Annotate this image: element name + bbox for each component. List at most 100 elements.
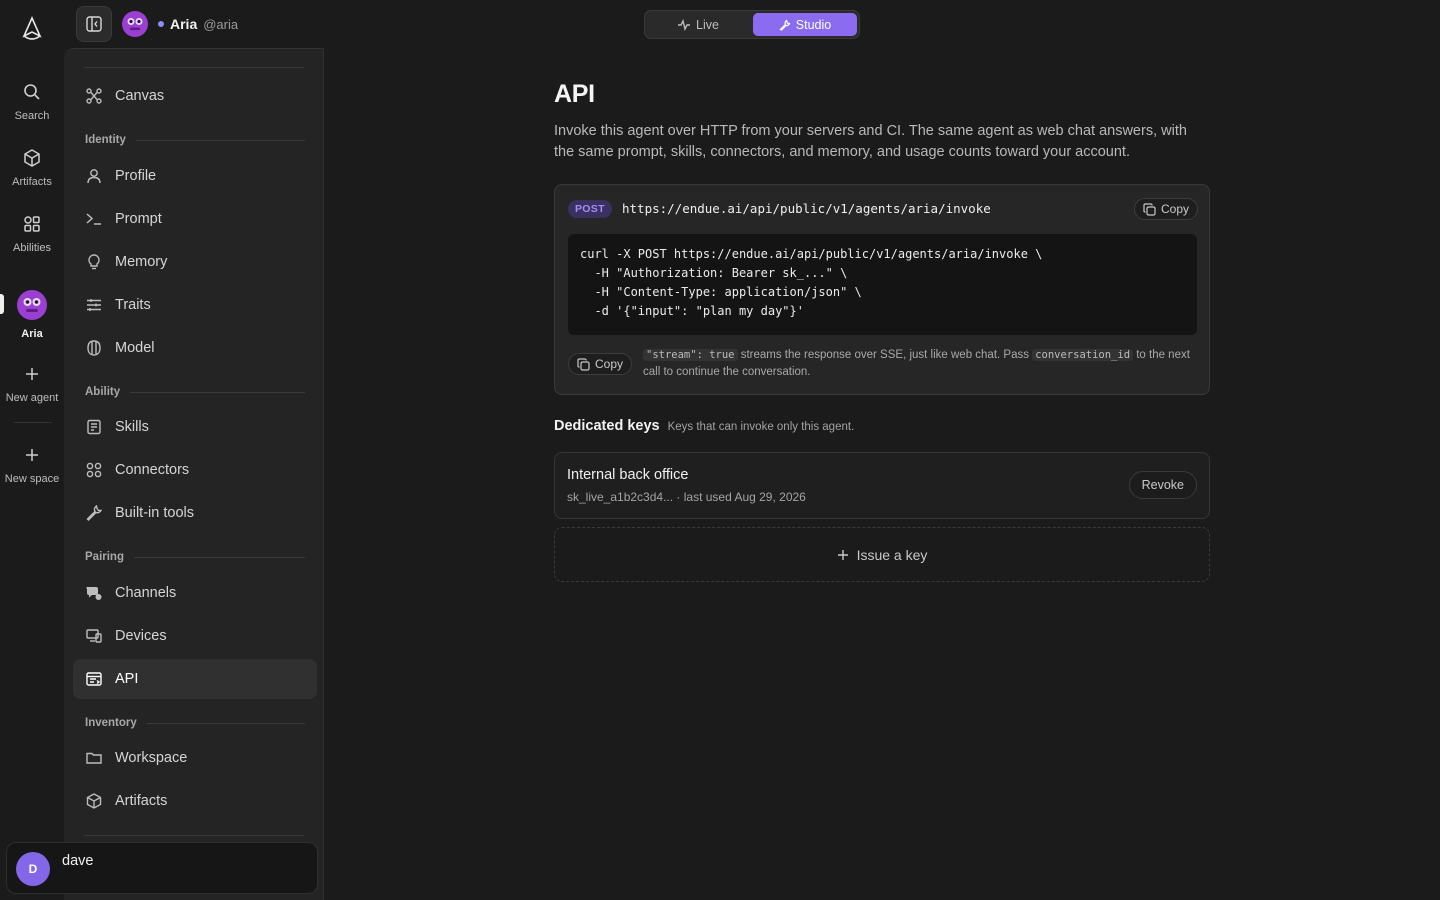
mode-live-button[interactable]: Live [648,13,748,36]
method-badge: POST [568,200,612,218]
copy-icon [577,357,590,371]
search-icon [22,82,42,102]
divider [84,67,304,68]
section-title: Pairing [85,551,124,563]
sidebar-item-built-in-tools[interactable]: Built-in tools [73,493,317,533]
sidebar-item-workspace[interactable]: Workspace [73,738,317,778]
sidebar-item-canvas[interactable]: Canvas [73,76,317,116]
user-menu[interactable]: D dave [6,842,318,894]
revoke-button[interactable]: Revoke [1128,471,1197,499]
sidebar-item-channels[interactable]: Channels [73,573,317,613]
sidebar-item-profile[interactable]: Profile [73,156,317,196]
endpoint-url[interactable]: https://endue.ai/api/public/v1/agents/ar… [622,201,991,216]
avatar: D [16,852,50,886]
app-rail: Search Artifacts Abilities Aria New agen… [0,0,64,900]
sidebar-item-skills[interactable]: Skills [73,407,317,447]
sliders-icon [85,296,103,314]
agent-chip[interactable]: Aria @aria [122,10,238,38]
rail-divider [14,422,52,423]
section-pairing: Pairing [85,549,305,565]
code-block[interactable]: curl -X POST https://endue.ai/api/public… [568,234,1197,335]
sidebar-item-memory[interactable]: Memory [73,242,317,282]
agent-avatar-icon [17,290,47,320]
sidebar-item-artifacts[interactable]: Artifacts [73,781,317,821]
sidebar-collapse-icon [86,16,102,32]
rail-agent-aria[interactable]: Aria [0,290,64,340]
api-icon [85,670,103,688]
sidebar-toggle-button[interactable] [76,6,112,42]
cube-icon [22,148,42,168]
agent-avatar-icon [122,11,148,37]
sidebar-item-api[interactable]: API [73,659,317,699]
wrench-icon [779,19,791,31]
mode-switch: Live Studio [644,10,860,39]
pulse-icon [678,18,691,31]
app-logo-icon[interactable] [20,16,44,42]
page-description: Invoke this agent over HTTP from your se… [554,123,1187,160]
folder-icon [85,749,103,767]
note-text: streams the response over SSE, just like… [737,349,1033,361]
rail-artifacts-label: Artifacts [12,176,52,188]
sidebar-item-label: Canvas [115,88,165,104]
code-line: curl -X POST https://endue.ai/api/public… [580,247,1043,261]
rail-abilities-label: Abilities [13,242,51,254]
issue-key-button[interactable]: Issue a key [554,527,1210,582]
grid-icon [22,214,42,234]
sidebar-item-model[interactable]: Model [73,328,317,368]
person-icon [85,167,103,185]
divider [84,835,304,836]
plus-icon [22,445,42,465]
sidebar-item-label: Channels [115,585,177,601]
key-name: Internal back office [567,467,689,483]
sidebar-item-label: Built-in tools [115,505,194,521]
sidebar-item-traits[interactable]: Traits [73,285,317,325]
sidebar-item-label: Profile [115,168,157,184]
mode-live-label: Live [696,17,719,32]
inline-code: conversation_id [1032,349,1134,361]
mode-studio-label: Studio [795,17,832,32]
sidebar-item-label: Artifacts [115,793,168,809]
rail-new-agent-label: New agent [5,392,59,404]
section-inventory: Inventory [85,715,305,731]
code-line: -d '{"input": "plan my day"}' [580,304,804,318]
plus-icon [837,549,848,560]
rail-new-space[interactable]: New space [0,445,64,485]
keys-title: Dedicated keys [554,418,660,434]
status-dot [158,21,164,27]
sidebar-item-label: Devices [115,628,167,644]
keys-subtitle: Keys that can invoke only this agent. [667,421,855,433]
sidebar-item-prompt[interactable]: Prompt [73,199,317,239]
rail-search-label: Search [14,110,50,122]
stream-note: "stream": true streams the response over… [643,347,1193,381]
code-line: -H "Authorization: Bearer sk_..." \ [580,266,848,280]
grid-icon [85,461,103,479]
sidebar-item-devices[interactable]: Devices [73,616,317,656]
canvas-icon [85,87,103,105]
rail-agent-label: Aria [21,328,43,340]
devices-icon [85,627,103,645]
copy-url-button[interactable]: Copy [1134,198,1199,220]
rail-search[interactable]: Search [0,82,64,122]
issue-key-label: Issue a key [856,546,928,563]
terminal-icon [85,210,103,228]
section-title: Ability [85,386,121,398]
key-row: Internal back office sk_live_a1b2c3d4...… [554,452,1210,519]
section-ability: Ability [85,384,305,400]
rail-new-agent[interactable]: New agent [0,364,64,404]
sidebar-item-connectors[interactable]: Connectors [73,450,317,490]
code-line: -H "Content-Type: application/json" \ [580,285,862,299]
section-identity: Identity [85,132,305,148]
settings-sidebar: Canvas Identity Profile Prompt Memory Tr… [64,48,324,900]
main-content: API Invoke this agent over HTTP from you… [554,80,1210,582]
mode-studio-button[interactable]: Studio [753,13,857,36]
rail-artifacts[interactable]: Artifacts [0,148,64,188]
page-title: API [554,80,595,108]
inline-code: "stream": true [643,349,738,361]
sidebar-item-label: Model [115,340,155,356]
rail-abilities[interactable]: Abilities [0,214,64,254]
sidebar-item-label: Traits [115,297,151,313]
model-icon [85,339,103,357]
sidebar-item-label: Workspace [115,750,188,766]
copy-label: Copy [595,357,624,371]
copy-code-button[interactable]: Copy [568,353,633,375]
